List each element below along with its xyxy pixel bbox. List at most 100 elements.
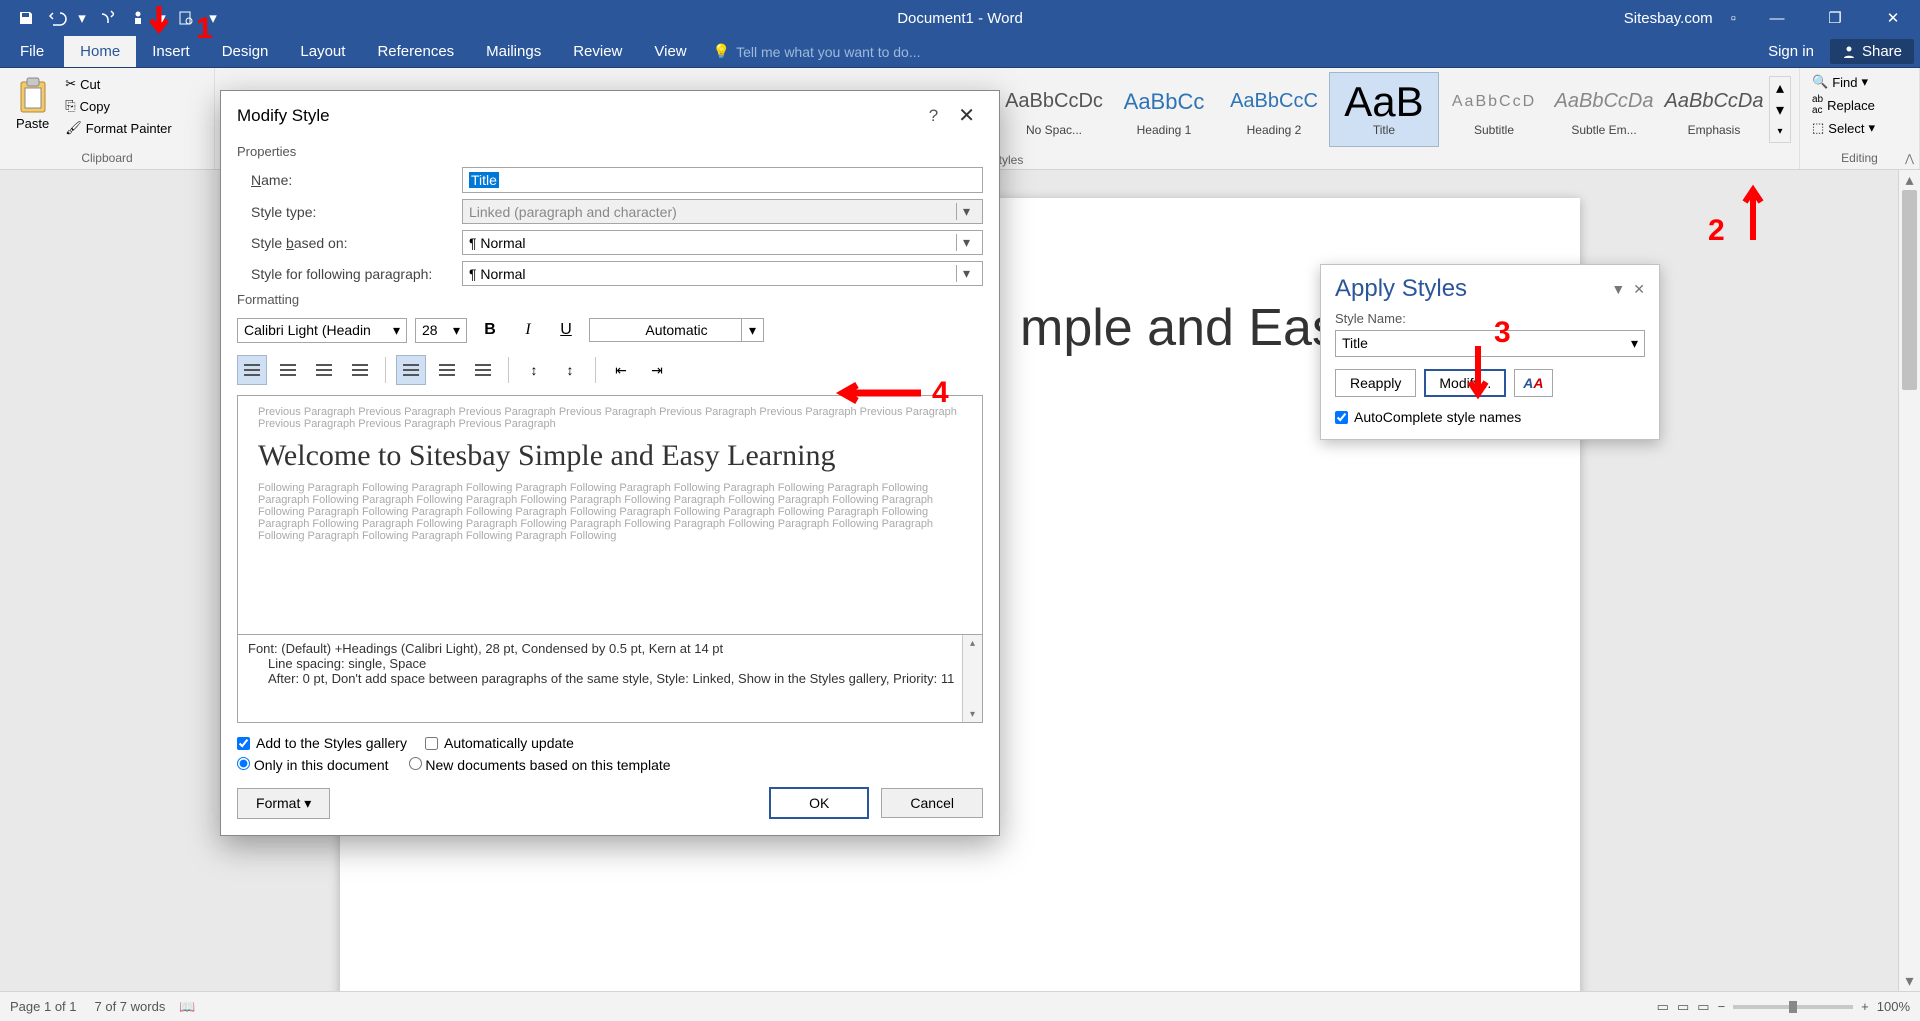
scroll-down-icon[interactable]: ▾ (1899, 971, 1920, 991)
copy-button[interactable]: ⎘ Copy (61, 96, 176, 116)
undo-dropdown-icon[interactable]: ▾ (76, 4, 88, 32)
zoom-level[interactable]: 100% (1877, 999, 1910, 1014)
pane-close-icon[interactable]: ✕ (1633, 281, 1645, 298)
tab-file[interactable]: File (0, 36, 64, 67)
find-button[interactable]: 🔍 Find ▾ (1808, 72, 1911, 92)
one-half-spacing-button[interactable] (432, 355, 462, 385)
desc-scrollbar[interactable]: ▴▾ (962, 635, 982, 722)
tab-review[interactable]: Review (557, 36, 638, 67)
replace-button[interactable]: abac Replace (1808, 92, 1911, 118)
cancel-button[interactable]: Cancel (881, 788, 983, 818)
only-this-document-radio[interactable]: Only in this document (237, 757, 389, 773)
select-button[interactable]: ⬚ Select ▾ (1808, 118, 1911, 138)
modify-button[interactable]: Modify... (1424, 369, 1506, 397)
ribbon-display-icon[interactable]: ▫ (1725, 10, 1742, 27)
style-heading-1[interactable]: AaBbCc Heading 1 (1109, 72, 1219, 147)
tab-references[interactable]: References (361, 36, 470, 67)
view-print-icon[interactable]: ▭ (1677, 999, 1689, 1015)
name-input[interactable]: Title (462, 167, 983, 193)
redo-icon[interactable] (92, 4, 120, 32)
dialog-title-bar: Modify Style ? ✕ (221, 91, 999, 140)
touch-mode-icon[interactable] (124, 4, 152, 32)
zoom-slider[interactable] (1733, 1005, 1853, 1009)
add-to-gallery-checkbox[interactable]: Add to the Styles gallery (237, 735, 407, 751)
align-right-button[interactable] (309, 355, 339, 385)
view-web-icon[interactable]: ▭ (1697, 999, 1709, 1015)
autocomplete-checkbox[interactable]: AutoComplete style names (1335, 409, 1645, 425)
style-emphasis[interactable]: AaBbCcDa Emphasis (1659, 72, 1769, 147)
minimize-icon[interactable]: — (1754, 0, 1800, 36)
zoom-out-icon[interactable]: − (1718, 999, 1726, 1014)
preview-icon[interactable] (172, 4, 200, 32)
decrease-indent-button[interactable]: ⇤ (606, 355, 636, 385)
tab-mailings[interactable]: Mailings (470, 36, 557, 67)
font-color-select[interactable]: Automatic▾ (589, 318, 764, 342)
expand-gallery-icon[interactable]: ▾ (1770, 120, 1790, 142)
cut-button[interactable]: ✂ Cut (61, 74, 176, 94)
close-icon[interactable]: ✕ (950, 103, 983, 128)
collapse-ribbon-icon[interactable]: ⋀ (1905, 152, 1914, 165)
align-justify-button[interactable] (345, 355, 375, 385)
italic-button[interactable]: I (513, 315, 543, 345)
scroll-thumb[interactable] (1902, 190, 1917, 390)
bold-button[interactable]: B (475, 315, 505, 345)
format-painter-button[interactable]: 🖌 Format Painter (61, 118, 176, 138)
tab-layout[interactable]: Layout (284, 36, 361, 67)
undo-icon[interactable] (44, 4, 72, 32)
font-select[interactable]: Calibri Light (Headin▾ (237, 318, 407, 343)
scroll-up-icon[interactable]: ▴ (1770, 77, 1790, 99)
view-read-icon[interactable]: ▭ (1657, 999, 1669, 1015)
tell-me-input[interactable]: 💡 Tell me what you want to do... (703, 36, 931, 67)
vertical-scrollbar[interactable]: ▴ ▾ (1898, 170, 1920, 991)
pane-dropdown-icon[interactable]: ▼ (1611, 281, 1625, 298)
tab-home[interactable]: Home (64, 36, 136, 67)
style-subtitle[interactable]: AaBbCcD Subtitle (1439, 72, 1549, 147)
reapply-button[interactable]: Reapply (1335, 369, 1416, 397)
styles-pane-icon[interactable]: AA (1514, 369, 1552, 397)
ok-button[interactable]: OK (769, 787, 869, 819)
double-spacing-button[interactable] (468, 355, 498, 385)
tab-insert[interactable]: Insert (136, 36, 206, 67)
based-on-select[interactable]: ¶ Normal▾ (462, 230, 983, 255)
style-subtle-emphasis[interactable]: AaBbCcDa Subtle Em... (1549, 72, 1659, 147)
help-icon[interactable]: ? (917, 106, 950, 126)
ribbon-tabs: File Home Insert Design Layout Reference… (0, 36, 1920, 68)
touch-dropdown-icon[interactable]: ▾ (156, 4, 168, 32)
style-title[interactable]: AaB Title (1329, 72, 1439, 147)
tab-design[interactable]: Design (206, 36, 285, 67)
title-bar: ▾ ▾ ▾ Document1 - Word Sitesbay.com ▫ — … (0, 0, 1920, 36)
style-name-select[interactable]: Title▾ (1335, 330, 1645, 357)
share-button[interactable]: Share (1830, 39, 1914, 64)
single-spacing-button[interactable] (396, 355, 426, 385)
word-count[interactable]: 7 of 7 words (95, 999, 166, 1014)
paste-button[interactable]: Paste (8, 72, 57, 138)
align-center-button[interactable] (273, 355, 303, 385)
new-documents-radio[interactable]: New documents based on this template (409, 757, 671, 773)
space-before-increase-button[interactable]: ↕ (519, 355, 549, 385)
size-select[interactable]: 28▾ (415, 318, 467, 343)
following-select[interactable]: ¶ Normal▾ (462, 261, 983, 286)
space-before-decrease-button[interactable]: ↕ (555, 355, 585, 385)
restore-icon[interactable]: ❐ (1812, 0, 1858, 36)
sign-in-link[interactable]: Sign in (1768, 43, 1814, 60)
auto-update-checkbox[interactable]: Automatically update (425, 735, 574, 751)
scroll-down-icon[interactable]: ▾ (1770, 99, 1790, 121)
zoom-in-icon[interactable]: + (1861, 999, 1869, 1014)
page-status[interactable]: Page 1 of 1 (10, 999, 77, 1014)
style-no-spacing[interactable]: AaBbCcDc No Spac... (999, 72, 1109, 147)
modify-style-dialog: Modify Style ? ✕ Properties Name: Title … (220, 90, 1000, 836)
increase-indent-button[interactable]: ⇥ (642, 355, 672, 385)
format-dropdown-button[interactable]: Format ▾ (237, 788, 330, 819)
styles-more[interactable]: ▴ ▾ ▾ (1769, 76, 1791, 143)
save-icon[interactable] (12, 4, 40, 32)
spell-check-icon[interactable]: 📖 (179, 999, 195, 1015)
style-name-label: Subtle Em... (1571, 123, 1636, 137)
qat-customize-icon[interactable]: ▾ (204, 4, 222, 32)
tab-view[interactable]: View (638, 36, 702, 67)
style-heading-2[interactable]: AaBbCcC Heading 2 (1219, 72, 1329, 147)
underline-button[interactable]: U (551, 315, 581, 345)
style-description: Font: (Default) +Headings (Calibri Light… (237, 635, 983, 723)
scroll-up-icon[interactable]: ▴ (1899, 170, 1920, 190)
close-icon[interactable]: ✕ (1870, 0, 1916, 36)
align-left-button[interactable] (237, 355, 267, 385)
